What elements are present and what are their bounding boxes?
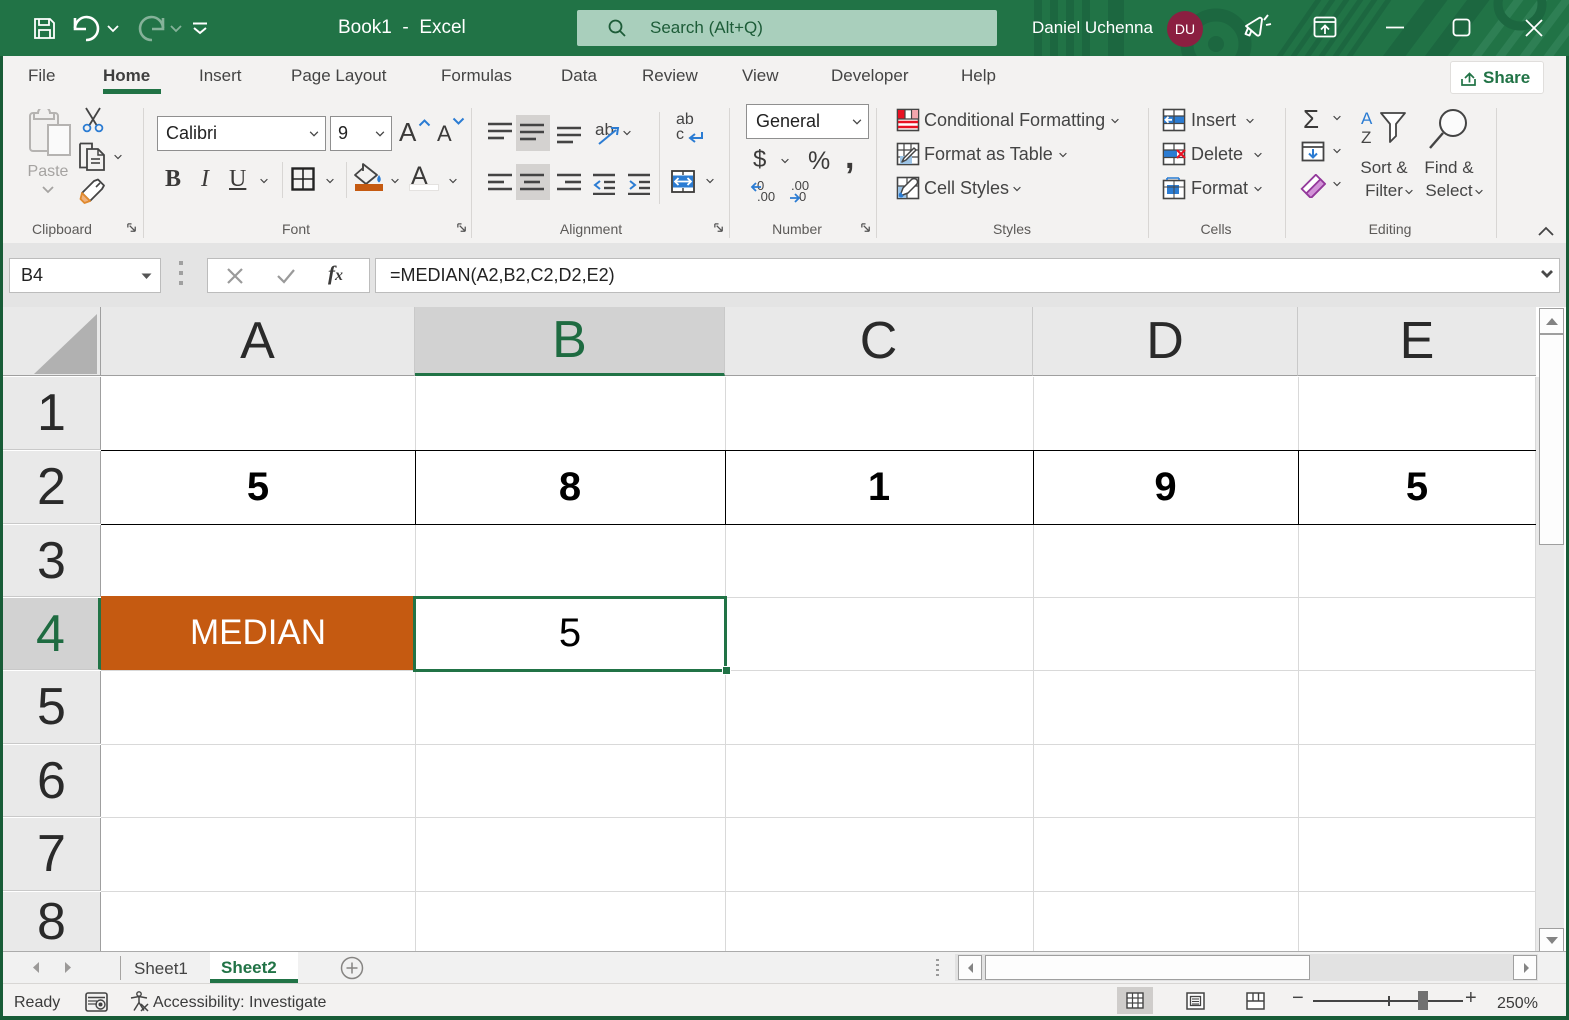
svg-text:A: A (1361, 109, 1373, 128)
svg-text:Z: Z (1361, 128, 1371, 145)
